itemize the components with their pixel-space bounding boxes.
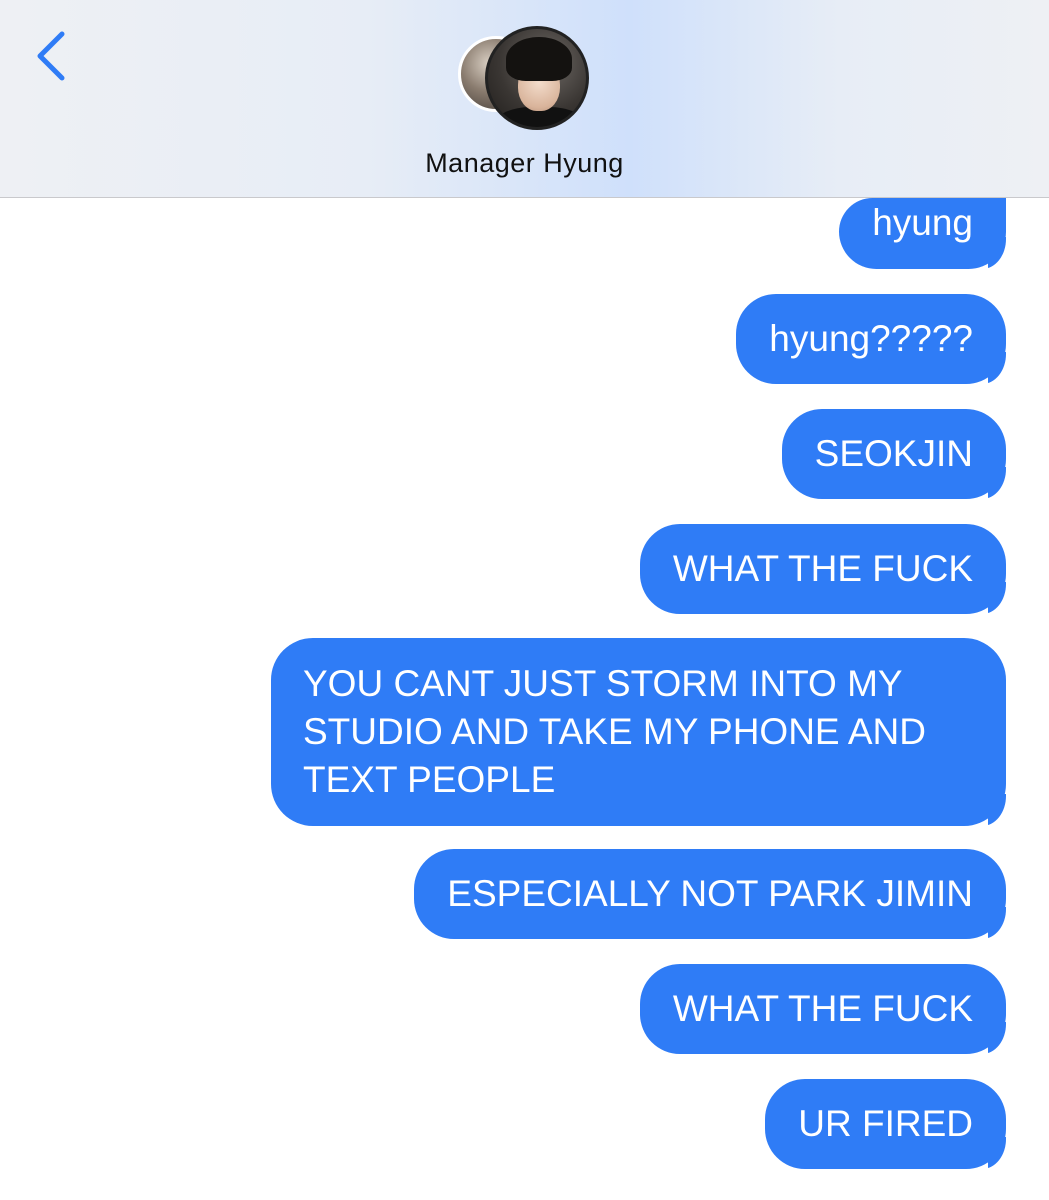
message-text: SEOKJIN [814, 433, 973, 474]
sent-message-bubble[interactable]: YOU CANT JUST STORM INTO MY STUDIO AND T… [271, 638, 1018, 826]
contact-name[interactable]: Manager Hyung [0, 148, 1049, 179]
bubble-tail [988, 467, 1018, 499]
message-text-line: STUDIO AND TAKE MY PHONE AND [303, 711, 926, 752]
message-text: hyung????? [769, 318, 973, 359]
avatar-primary [485, 26, 589, 130]
bubble-tail [988, 794, 1018, 826]
bubble-tail [988, 352, 1018, 384]
sent-message-bubble[interactable]: WHAT THE FUCK [639, 524, 1018, 614]
bubble-tail [988, 1137, 1018, 1169]
chevron-left-icon [37, 31, 65, 81]
message-text: UR FIRED [798, 1103, 973, 1144]
sent-message-bubble[interactable]: WHAT THE FUCK [639, 964, 1018, 1054]
bubble-tail [988, 237, 1018, 269]
message-text: WHAT THE FUCK [672, 548, 973, 589]
message-thread: hyung hyung????? SEOKJIN WHAT THE FUCK Y… [0, 198, 1049, 1200]
message-text: WHAT THE FUCK [672, 988, 973, 1029]
sent-message-bubble[interactable]: SEOKJIN [781, 409, 1018, 499]
back-button[interactable] [28, 26, 76, 86]
message-text-line: TEXT PEOPLE [303, 759, 556, 800]
conversation-header: Manager Hyung [0, 0, 1049, 198]
sent-message-bubble[interactable]: hyung????? [736, 294, 1018, 384]
message-text: ESPECIALLY NOT PARK JIMIN [447, 873, 973, 914]
bubble-tail [988, 1022, 1018, 1054]
contact-avatar-group[interactable] [458, 26, 593, 132]
bubble-tail [988, 582, 1018, 614]
sent-message-bubble[interactable]: hyung [839, 198, 1018, 269]
message-text-line: YOU CANT JUST STORM INTO MY [303, 663, 903, 704]
sent-message-bubble[interactable]: UR FIRED [765, 1079, 1018, 1169]
sent-message-bubble[interactable]: ESPECIALLY NOT PARK JIMIN [414, 849, 1018, 939]
message-text: hyung [872, 202, 973, 243]
bubble-tail [988, 907, 1018, 939]
